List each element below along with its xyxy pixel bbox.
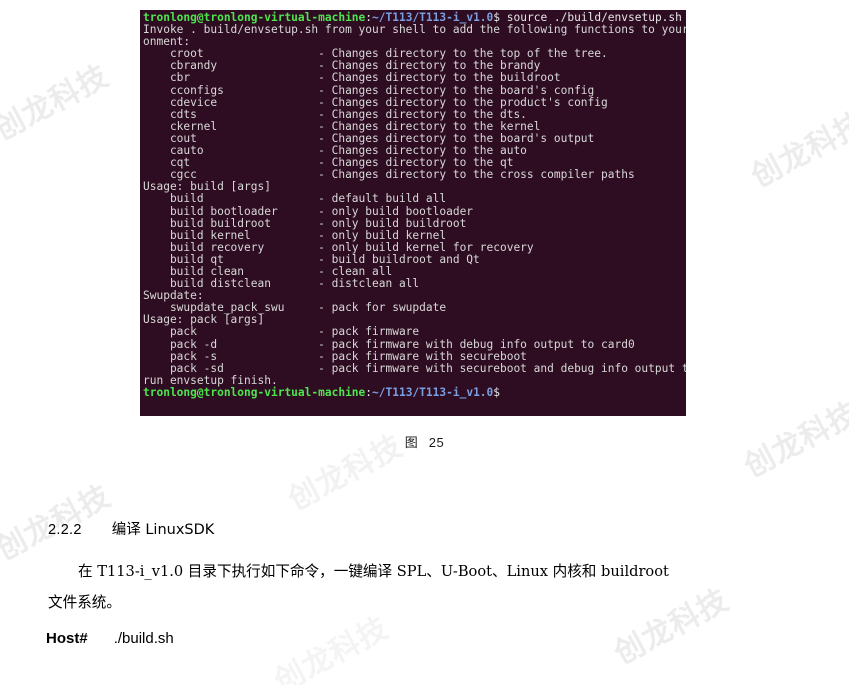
- terminal-line: pack -sd - pack firmware with secureboot…: [143, 361, 686, 375]
- prompt-path: ~/T113/T113-i_v1.0: [372, 385, 494, 399]
- prompt-path: ~/T113/T113-i_v1.0: [372, 11, 494, 24]
- section-number: 2.2.2: [48, 522, 82, 538]
- terminal-line: pack -d - pack firmware with debug info …: [143, 337, 635, 351]
- prompt-symbol: $: [493, 385, 501, 399]
- command-line: Host# ./build.sh: [46, 630, 174, 647]
- paragraph-line-1: 在 T113-i_v1.0 目录下执行如下命令，一键编译 SPL、U-Boot、…: [78, 563, 669, 580]
- command-text: ./build.sh: [113, 630, 174, 647]
- figure-label: 图: [404, 436, 418, 451]
- terminal-line: cconfigs - Changes directory to the boar…: [143, 83, 595, 97]
- terminal-line: Invoke . build/envsetup.sh from your she…: [143, 23, 686, 37]
- section-title: 编译 LinuxSDK: [111, 522, 215, 538]
- terminal-line: build distclean - distclean all: [143, 277, 420, 291]
- figure-caption: 图 25: [0, 432, 849, 451]
- terminal-line: build buildroot - only build buildroot: [143, 216, 467, 230]
- terminal-line: pack -s - pack firmware with secureboot: [143, 349, 527, 363]
- paragraph-line-2: 文件系统。: [48, 594, 121, 611]
- terminal-prompt-line-bottom: tronlong@tronlong-virtual-machine:~/T113…: [143, 385, 686, 399]
- watermark: 创龙科技: [0, 58, 115, 148]
- terminal-line: build bootloader - only build bootloader: [143, 204, 474, 218]
- terminal-window[interactable]: tronlong@tronlong-virtual-machine:~/T113…: [140, 10, 686, 416]
- terminal-body-lines: Invoke . build/envsetup.sh from your she…: [143, 23, 686, 387]
- section-heading: 2.2.2 编译 LinuxSDK: [48, 518, 214, 539]
- terminal-line: build kernel - only build kernel: [143, 228, 447, 242]
- terminal-line: cdevice - Changes directory to the produ…: [143, 95, 608, 109]
- terminal-line: pack - pack firmware: [143, 325, 420, 339]
- command-host-label: Host#: [46, 630, 88, 647]
- terminal-line: cbr - Changes directory to the buildroot: [143, 71, 561, 85]
- terminal-typed-command: source ./build/envsetup.sh: [500, 11, 682, 24]
- figure-number: 25: [428, 435, 445, 450]
- terminal-output: tronlong@tronlong-virtual-machine:~/T113…: [140, 10, 686, 399]
- prompt-user: tronlong@tronlong-virtual-machine: [143, 11, 366, 24]
- watermark: 创龙科技: [745, 105, 849, 195]
- terminal-line: build - default build all: [143, 192, 447, 206]
- prompt-user: tronlong@tronlong-virtual-machine: [143, 385, 366, 399]
